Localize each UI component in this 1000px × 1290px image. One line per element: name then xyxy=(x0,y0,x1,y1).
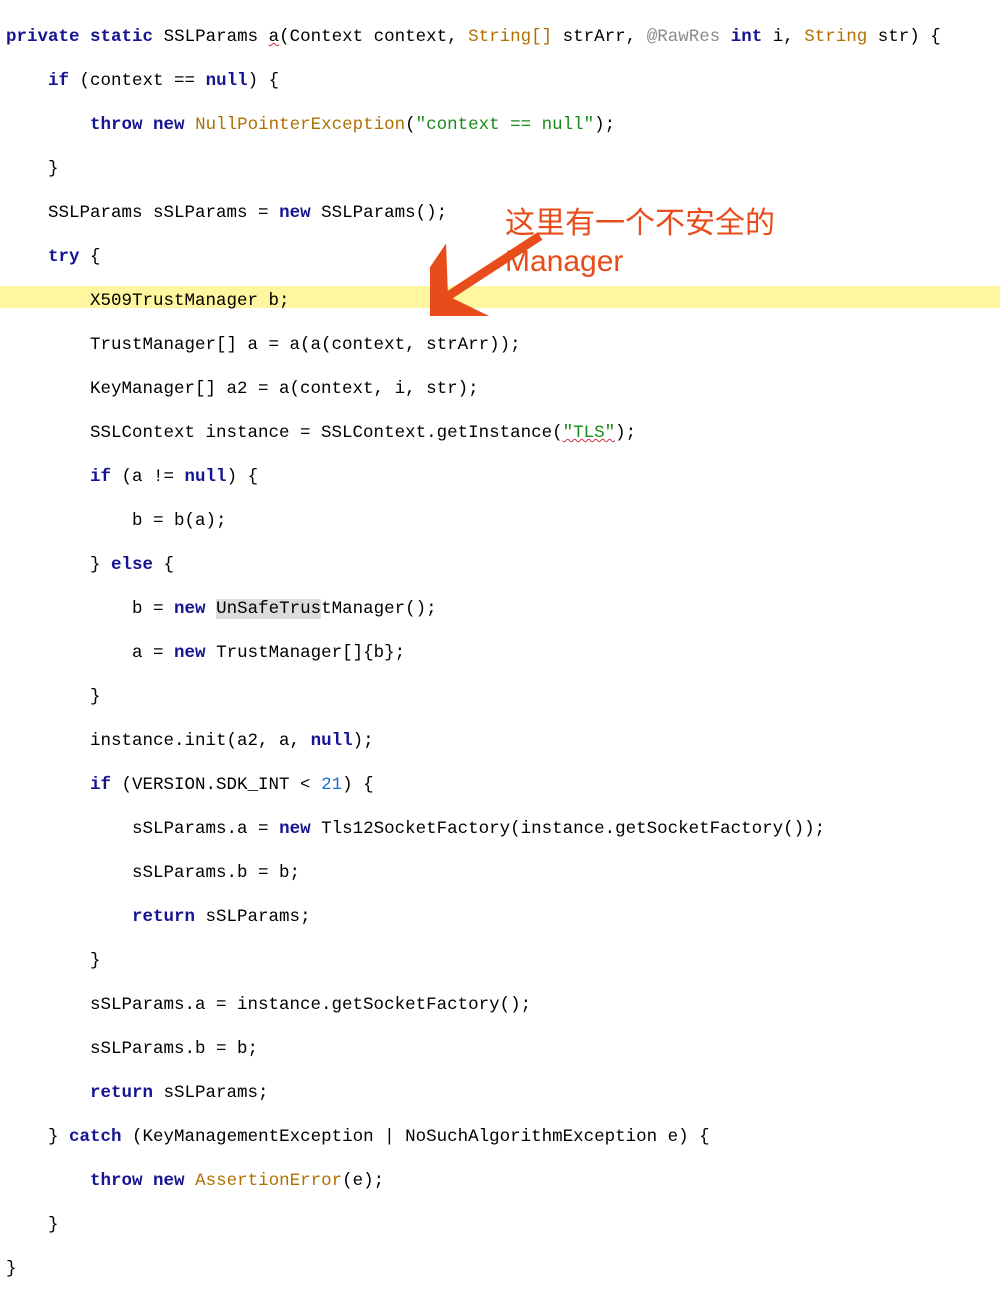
code-line: sSLParams.a = instance.getSocketFactory(… xyxy=(6,994,1000,1016)
code-line-highlight: b = new UnSafeTrustManager(); xyxy=(6,598,1000,620)
code-line: instance.init(a2, a, null); xyxy=(6,730,1000,752)
code-line: } xyxy=(6,158,1000,180)
code-line: } xyxy=(6,686,1000,708)
code-block: private static SSLParams a(Context conte… xyxy=(0,0,1000,1290)
annotation-callout: 这里有一个不安全的 Manager xyxy=(505,205,775,281)
code-line: } xyxy=(6,1214,1000,1236)
code-line: b = b(a); xyxy=(6,510,1000,532)
code-line: a = new TrustManager[]{b}; xyxy=(6,642,1000,664)
code-line: return sSLParams; xyxy=(6,906,1000,928)
annotation-line: 这里有一个不安全的 xyxy=(505,205,775,243)
code-line: throw new AssertionError(e); xyxy=(6,1170,1000,1192)
code-line: if (context == null) { xyxy=(6,70,1000,92)
code-line: TrustManager[] a = a(a(context, strArr))… xyxy=(6,334,1000,356)
annotation-line: Manager xyxy=(505,243,775,281)
code-line: SSLParams sSLParams = new SSLParams(); xyxy=(6,202,1000,224)
code-line: } xyxy=(6,950,1000,972)
code-line: sSLParams.a = new Tls12SocketFactory(ins… xyxy=(6,818,1000,840)
code-line: sSLParams.b = b; xyxy=(6,862,1000,884)
code-line: sSLParams.b = b; xyxy=(6,1038,1000,1060)
code-line: KeyManager[] a2 = a(context, i, str); xyxy=(6,378,1000,400)
code-line: } catch (KeyManagementException | NoSuch… xyxy=(6,1126,1000,1148)
code-line: return sSLParams; xyxy=(6,1082,1000,1104)
code-line: } xyxy=(6,1258,1000,1280)
code-line: } else { xyxy=(6,554,1000,576)
code-line: SSLContext instance = SSLContext.getInst… xyxy=(6,422,1000,444)
code-line: if (VERSION.SDK_INT < 21) { xyxy=(6,774,1000,796)
code-line: throw new NullPointerException("context … xyxy=(6,114,1000,136)
code-line: if (a != null) { xyxy=(6,466,1000,488)
selection: UnSafeTrus xyxy=(216,599,321,619)
code-line: private static SSLParams a(Context conte… xyxy=(6,26,1000,48)
